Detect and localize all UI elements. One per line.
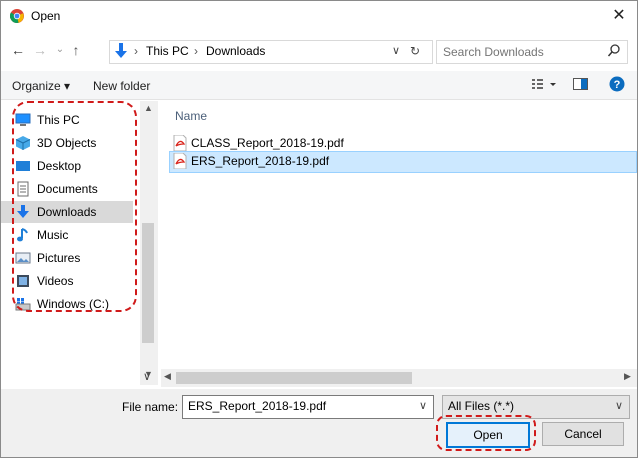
search-input[interactable]: [441, 43, 595, 61]
file-row-selected[interactable]: ERS_Report_2018-19.pdf: [169, 151, 637, 173]
file-type-value: All Files (*.*): [448, 399, 515, 413]
scroll-left-icon[interactable]: ◀: [164, 371, 171, 382]
preview-pane-icon[interactable]: [573, 77, 589, 94]
sidebar-scroll-thumb[interactable]: [142, 223, 154, 343]
file-name: CLASS_Report_2018-19.pdf: [191, 136, 344, 150]
organize-menu[interactable]: Organize ▾: [12, 79, 70, 93]
chevron-down-icon[interactable]: ∨: [419, 399, 427, 412]
chrome-icon: [9, 9, 24, 23]
open-file-dialog: Open ✕ ← → ⌄ ↑ › This PC › Downloads ∨ ↻: [0, 0, 638, 458]
file-name-label: File name:: [122, 400, 179, 414]
forward-arrow-icon[interactable]: →: [31, 40, 49, 60]
address-dropdown-icon[interactable]: ∨: [392, 44, 400, 57]
close-button[interactable]: ✕: [607, 5, 631, 27]
file-name-value[interactable]: ERS_Report_2018-19.pdf: [188, 399, 326, 413]
chevron-down-icon[interactable]: ∨: [615, 399, 623, 412]
new-folder-button[interactable]: New folder: [93, 79, 150, 93]
search-icon[interactable]: [607, 43, 621, 62]
help-icon[interactable]: ?: [609, 76, 625, 95]
file-row[interactable]: CLASS_Report_2018-19.pdf: [169, 133, 635, 153]
annotation-open-button-highlight: [436, 415, 536, 451]
search-box[interactable]: [436, 40, 628, 64]
file-list-hscroll-thumb[interactable]: [176, 372, 412, 384]
scroll-up-icon[interactable]: ▲: [144, 103, 153, 113]
back-arrow-icon[interactable]: ←: [9, 40, 27, 60]
name-column-header[interactable]: Name: [175, 109, 207, 123]
window-title: Open: [31, 9, 61, 23]
breadcrumb-separator: ›: [194, 44, 198, 58]
breadcrumb-separator: ›: [134, 44, 138, 58]
refresh-icon[interactable]: ↻: [410, 44, 420, 58]
navigation-row: ← → ⌄ ↑ › This PC › Downloads ∨ ↻: [1, 35, 637, 65]
scroll-right-icon[interactable]: ▶: [624, 371, 631, 382]
svg-text:?: ?: [614, 79, 621, 91]
view-options-icon[interactable]: [532, 77, 560, 94]
file-name-combobox[interactable]: ERS_Report_2018-19.pdf ∨: [182, 395, 434, 419]
file-name: ERS_Report_2018-19.pdf: [191, 154, 330, 168]
downloads-folder-icon: [112, 42, 130, 63]
breadcrumb-this-pc[interactable]: This PC: [146, 44, 189, 58]
sidebar-collapse-chevron-icon[interactable]: ∨: [143, 370, 151, 383]
up-arrow-icon[interactable]: ↑: [67, 40, 85, 60]
address-bar[interactable]: › This PC › Downloads ∨ ↻: [109, 40, 433, 64]
command-bar: Organize ▾ New folder ?: [1, 71, 637, 100]
breadcrumb-downloads[interactable]: Downloads: [206, 44, 265, 58]
annotation-sidebar-highlight: [12, 101, 137, 312]
title-bar: Open ✕: [1, 1, 637, 33]
pdf-file-icon: [173, 152, 187, 175]
cancel-button[interactable]: Cancel: [542, 422, 624, 446]
